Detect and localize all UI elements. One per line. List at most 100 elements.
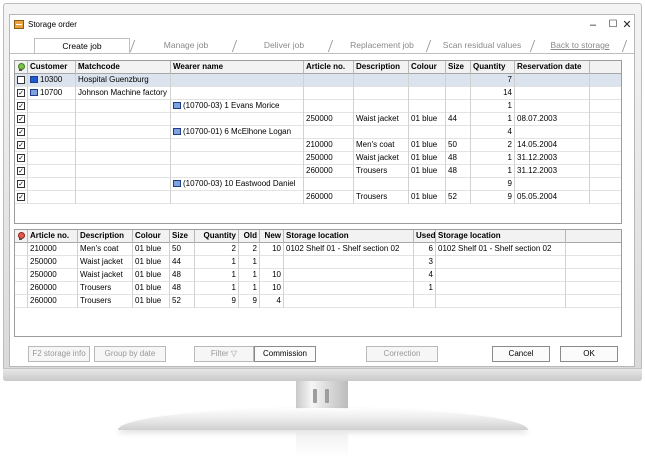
col-new[interactable]: New [260,230,284,243]
col-article-no[interactable]: Article no. [304,61,354,74]
cell-quantity: 4 [471,126,515,139]
cell-colour: 01 blue [133,282,170,295]
cell-description: Waist jacket [78,269,133,282]
row-checkbox[interactable]: ✓ [17,102,25,110]
cell-used: 3 [414,256,436,269]
cell-customer [28,191,76,204]
tab-bar: Create job Manage job Deliver job Replac… [10,36,634,54]
wearer-card-icon [173,102,181,109]
cell-text: 14.05.2004 [517,140,558,149]
job-row[interactable]: ✓ (10700-01) 6 McElhone Logan 4 [15,126,621,139]
row-checkbox[interactable]: ✓ [17,128,25,136]
col-description[interactable]: Description [78,230,133,243]
col-size[interactable]: Size [170,230,195,243]
cell-matchcode [76,113,171,126]
cell-article [304,74,354,87]
col-old[interactable]: Old [239,230,260,243]
cell-text: 210000 [306,140,333,149]
cell-article: 210000 [28,243,78,256]
tab-manage-job[interactable]: Manage job [140,38,232,54]
row-checkbox-cell: ✓ [15,165,28,178]
cell-customer [28,152,76,165]
cell-size: 48 [446,165,471,178]
col-wearer-name[interactable]: Wearer name [171,61,304,74]
job-row[interactable]: 10300 Hospital Guenzburg 7 [15,74,621,87]
close-button[interactable]: ✕ [618,18,636,32]
col-colour[interactable]: Colour [409,61,446,74]
tab-scan-residual-values[interactable]: Scan residual values [434,38,530,54]
tab-deliver-job[interactable]: Deliver job [240,38,328,54]
col-storage-location[interactable]: Storage location [284,230,414,243]
cell-size: 48 [170,269,195,282]
tab-separator [129,40,136,52]
cell-matchcode: Hospital Guenzburg [76,74,171,87]
cell-used: 6 [414,243,436,256]
col-quantity[interactable]: Quantity [471,61,515,74]
job-row[interactable]: ✓ 210000 Men's coat 01 blue 50 2 14.05.2004 [15,139,621,152]
col-description[interactable]: Description [354,61,409,74]
storage-row[interactable]: 250000 Waist jacket 01 blue 48 1 1 10 4 [15,269,621,282]
cell-text: 31.12.2003 [517,166,558,175]
row-checkbox[interactable] [17,76,25,84]
storage-row[interactable]: 260000 Trousers 01 blue 52 9 9 4 [15,295,621,308]
cell-text: Trousers [356,166,388,175]
row-checkbox[interactable]: ✓ [17,180,25,188]
col-customer[interactable]: Customer [28,61,76,74]
wearer-card-icon [173,128,181,135]
cell-old: 2 [239,243,260,256]
filter-button[interactable]: Filter ▽ [194,346,254,362]
col-used[interactable]: Used [414,230,436,243]
storage-row[interactable]: 210000 Men's coat 01 blue 50 2 2 10 0102 Shelf … [15,243,621,256]
cell-location2 [436,295,566,308]
cell-old: 9 [239,295,260,308]
col-size[interactable]: Size [446,61,471,74]
storage-row[interactable]: 250000 Waist jacket 01 blue 44 1 1 3 [15,256,621,269]
job-row[interactable]: ✓ 250000 Waist jacket 01 blue 48 1 31.12.2003 [15,152,621,165]
row-checkbox[interactable]: ✓ [17,141,25,149]
job-row[interactable]: ✓ 250000 Waist jacket 01 blue 44 1 08.07.2003 [15,113,621,126]
tab-replacement-job[interactable]: Replacement job [338,38,426,54]
cell-text: Johnson Machine factory [78,88,167,97]
job-row[interactable]: ✓ (10700-03) 10 Eastwood Daniel 9 [15,178,621,191]
cell-text: 9 [507,179,512,188]
col-matchcode[interactable]: Matchcode [76,61,171,74]
col-reservation-date[interactable]: Reservation date [515,61,590,74]
cell-size: 52 [170,295,195,308]
cell-colour: 01 blue [133,243,170,256]
customer-icon [30,89,38,96]
cell-location2 [436,269,566,282]
row-checkbox[interactable]: ✓ [17,89,25,97]
row-checkbox[interactable]: ✓ [17,115,25,123]
row-checkbox[interactable]: ✓ [17,154,25,162]
job-row[interactable]: ✓ 260000 Trousers 01 blue 52 9 05.05.2004 [15,191,621,204]
job-row[interactable]: ✓ 10700 Johnson Machine factory 14 [15,87,621,100]
commission-button[interactable]: Commission [254,346,316,362]
col-quantity[interactable]: Quantity [195,230,239,243]
stand-reflection [296,432,348,458]
tab-back-to-storage[interactable]: Back to storage [538,38,622,54]
cancel-button[interactable]: Cancel [492,346,550,362]
storage-info-button[interactable]: F2 storage info [28,346,90,362]
job-row[interactable]: ✓ 260000 Trousers 01 blue 48 1 31.12.2003 [15,165,621,178]
cell-quantity: 1 [471,152,515,165]
correction-button[interactable]: Correction [366,346,438,362]
cell-size [446,178,471,191]
row-checkbox-cell [15,74,28,87]
minimize-button[interactable]: – [584,18,602,32]
col-article-no[interactable]: Article no. [28,230,78,243]
cell-size: 50 [446,139,471,152]
cell-matchcode [76,165,171,178]
cell-matchcode: Johnson Machine factory [76,87,171,100]
row-checkbox[interactable]: ✓ [17,193,25,201]
cell-colour: 01 blue [409,152,446,165]
group-by-date-button[interactable]: Group by date [94,346,166,362]
cell-matchcode [76,126,171,139]
cell-quantity: 14 [471,87,515,100]
job-row[interactable]: ✓ (10700-03) 1 Evans Morice 1 [15,100,621,113]
row-checkbox[interactable]: ✓ [17,167,25,175]
ok-button[interactable]: OK [560,346,618,362]
tab-create-job[interactable]: Create job [34,38,130,54]
col-storage-location-used[interactable]: Storage location [436,230,566,243]
storage-row[interactable]: 260000 Trousers 01 blue 48 1 1 10 1 [15,282,621,295]
col-colour[interactable]: Colour [133,230,170,243]
